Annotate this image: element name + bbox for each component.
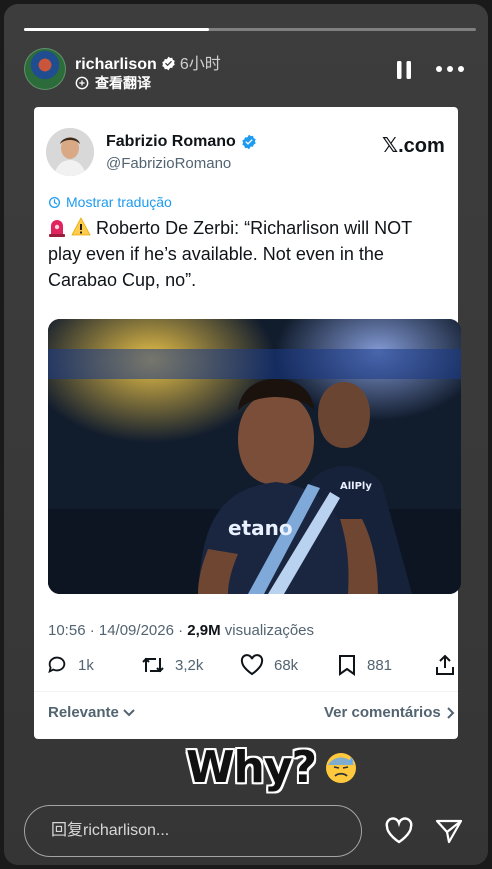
chevron-right-icon [447,706,455,719]
like-count: 68k [274,656,299,674]
post-time: 6小时 [179,56,221,73]
verified-icon [242,134,256,150]
reply-icon [48,656,66,674]
bookmark-action[interactable]: 881 [337,654,392,676]
bookmark-icon [339,655,355,676]
jersey-sponsor: etano [228,516,293,540]
chevron-down-icon [123,708,135,716]
see-translation-label[interactable]: 查看翻译 [95,73,151,93]
story-viewer: richarlison 6小时 查看翻译 Fabrizio Romano @Fab… [4,4,488,865]
reply-action[interactable]: 1k [46,654,94,676]
tweet-photo[interactable]: etano AllPly [48,319,461,594]
tweet-text: Roberto De Zerbi: “Richarlison will NOT … [48,215,448,293]
story-progress-bar [24,28,476,31]
why-sticker: Why? [186,742,358,793]
sweat-emoji-icon [326,752,357,783]
author-portrait [46,128,94,176]
more-icon[interactable] [434,63,466,75]
author-name-text[interactable]: Fabrizio Romano [106,133,236,151]
retweet-icon [142,657,164,673]
view-comments-link[interactable]: Ver comentários [324,704,455,721]
like-action[interactable]: 68k [240,654,298,676]
sticker-text: Why? [186,742,317,793]
tweet-card[interactable]: Fabrizio Romano @FabrizioRomano 𝕏.com Mo… [34,107,461,739]
views-count: 2,9M [187,622,221,639]
tweet-actions: 1k 3,2k 68k 881 [46,654,458,680]
siren-icon [49,220,65,237]
show-translation-link[interactable]: Mostrar tradução [48,194,172,210]
retweet-count: 3,2k [175,656,204,674]
x-logo[interactable]: 𝕏.com [382,133,445,158]
sort-dropdown[interactable]: Relevante [48,704,135,721]
heart-icon[interactable] [384,817,414,845]
view-comments-label[interactable]: Ver comentários [324,704,441,721]
share-icon [436,654,454,675]
story-header-title[interactable]: richarlison 6小时 [75,50,221,74]
story-progress-fill [24,28,210,31]
user-avatar[interactable] [24,48,66,90]
translate-icon [48,196,61,208]
tweet-timestamp[interactable]: 10:56 · 14/09/2026 · [48,622,187,639]
card-divider [34,691,458,692]
heart-icon [240,654,264,676]
views-label: visualizações [220,622,315,639]
tweet-author-name[interactable]: Fabrizio Romano [106,133,257,151]
tweet-meta: 10:56 · 14/09/2026 · 2,9M visualizações [48,622,314,639]
tweet-body: Roberto De Zerbi: “Richarlison will NOT … [48,218,412,290]
sort-label[interactable]: Relevante [48,704,119,721]
show-translation-label[interactable]: Mostrar tradução [66,194,172,210]
tweet-author-handle[interactable]: @FabrizioRomano [106,155,231,172]
tweet-author-avatar [46,128,94,176]
reply-count: 1k [78,656,94,674]
reply-input[interactable]: 回复richarlison... [24,805,362,857]
warning-icon [71,217,91,236]
username[interactable]: richarlison [75,56,157,73]
verified-icon [162,56,175,71]
player-photo: etano AllPly [48,319,461,594]
see-translation-link[interactable]: 查看翻译 [75,73,151,93]
jersey-sponsor-small: AllPly [340,481,372,492]
translate-icon [75,76,89,90]
send-icon[interactable] [434,817,464,845]
retweet-action[interactable]: 3,2k [141,654,203,676]
bookmark-count: 881 [367,656,393,674]
pause-icon[interactable] [394,59,414,81]
share-action[interactable] [434,654,456,676]
